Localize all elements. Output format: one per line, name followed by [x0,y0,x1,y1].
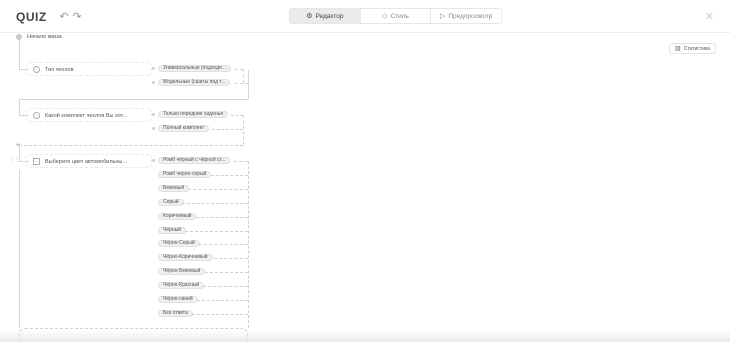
answer-connector [19,145,243,146]
answer-connector [243,69,244,83]
question-icon: · [33,112,40,119]
answer-connector [234,161,248,162]
tab-editor[interactable]: ⚙ Редактор [290,9,361,23]
undo-icon[interactable]: ↶ [58,11,70,23]
question-node[interactable]: ▫ Выберите цвет автомобильны... [33,158,127,165]
answer-item[interactable]: Серый [158,199,184,206]
tab-editor-label: Редактор [315,12,344,20]
answer-item[interactable]: Чёрно-Серый [158,240,200,247]
connector-dot [152,159,155,162]
answer-connector [214,258,248,259]
connector-dot [152,113,155,116]
answer-connector [248,161,249,328]
top-bar: QUIZ ↶ ↷ ⚙ Редактор ◇ Стиль ▷ Предпросмо… [0,0,730,33]
question-icon: · [33,66,40,73]
connector-line [19,40,20,69]
redo-icon[interactable]: ↷ [71,11,83,23]
quiz-canvas [0,33,730,342]
answer-item[interactable]: Универсальные (подходя... [158,65,231,72]
answer-item[interactable]: Только передние сиденья [158,111,228,118]
tab-style[interactable]: ◇ Стиль [361,9,432,23]
answer-item[interactable]: Модельные (сшиты под т... [158,79,231,86]
answer-connector [192,314,248,315]
answer-item[interactable]: Полный комплект [158,125,210,132]
question-title: Тип чехлов [45,66,74,73]
connector-line [19,99,20,115]
answer-connector [243,115,244,145]
connector-dot [152,67,155,70]
answer-item[interactable]: Чёрно-Красный [158,282,205,289]
answer-connector [231,115,243,116]
answer-item[interactable]: Без ответа [158,310,193,317]
start-label: Начало квиза [27,34,62,40]
answer-connector [196,217,248,218]
question-title: Выберите цвет автомобильны... [45,158,127,165]
answer-connector [205,272,248,273]
answer-connector [235,69,243,70]
tab-preview[interactable]: ▷ Предпросмотр [431,9,501,23]
bottom-shadow [0,330,730,342]
bar-chart-icon: ▥ [675,46,681,52]
answer-connector [185,231,248,232]
answer-connector [197,300,248,301]
logo: QUIZ [16,10,47,24]
image-question-icon: ▫ [33,158,40,165]
connector-dot [152,127,155,130]
connector-line [19,170,20,328]
answer-item[interactable]: Чёрно-синей [158,296,198,303]
answer-connector [203,286,248,287]
connector-line [248,70,249,99]
connector-dot [152,81,155,84]
statistics-button[interactable]: ▥ Статистика [669,43,716,54]
answer-item[interactable]: Ромб черно-серый [158,171,212,178]
mode-tabs: ⚙ Редактор ◇ Стиль ▷ Предпросмотр [289,8,502,24]
answer-item[interactable]: Чёрно-Коричневый [158,254,213,261]
answer-item[interactable]: Коричневый [158,213,197,220]
answer-connector [188,189,248,190]
start-node[interactable]: Начало квиза [16,34,62,40]
add-node-button[interactable]: + [16,142,20,149]
answer-connector [212,129,243,130]
answer-connector [182,203,248,204]
answer-item[interactable]: Ромб чёрный с чёрной ст... [158,157,231,164]
tab-preview-label: Предпросмотр [448,12,493,20]
connector-line [19,99,248,100]
answer-item[interactable]: Чёрно-Бежевый [158,268,206,275]
connector-line [19,147,20,161]
drag-handle-icon[interactable]: ⋮⋮ [9,156,20,163]
play-icon: ▷ [439,13,446,20]
editor-icon: ⚙ [306,13,313,20]
question-node[interactable]: · Тип чехлов [33,66,74,73]
answer-connector [211,175,248,176]
answer-item[interactable]: Чёрный [158,227,187,234]
answer-connector [235,83,248,84]
style-icon: ◇ [382,13,388,20]
question-title: Какой комплект чехлов Вы хот... [45,112,128,119]
answer-connector [199,244,248,245]
statistics-label: Статистика [683,45,710,52]
question-node[interactable]: · Какой комплект чехлов Вы хот... [33,112,127,119]
tab-style-label: Стиль [390,12,409,20]
answer-item[interactable]: Бежевый [158,185,190,192]
close-icon[interactable]: ✕ [705,10,714,23]
